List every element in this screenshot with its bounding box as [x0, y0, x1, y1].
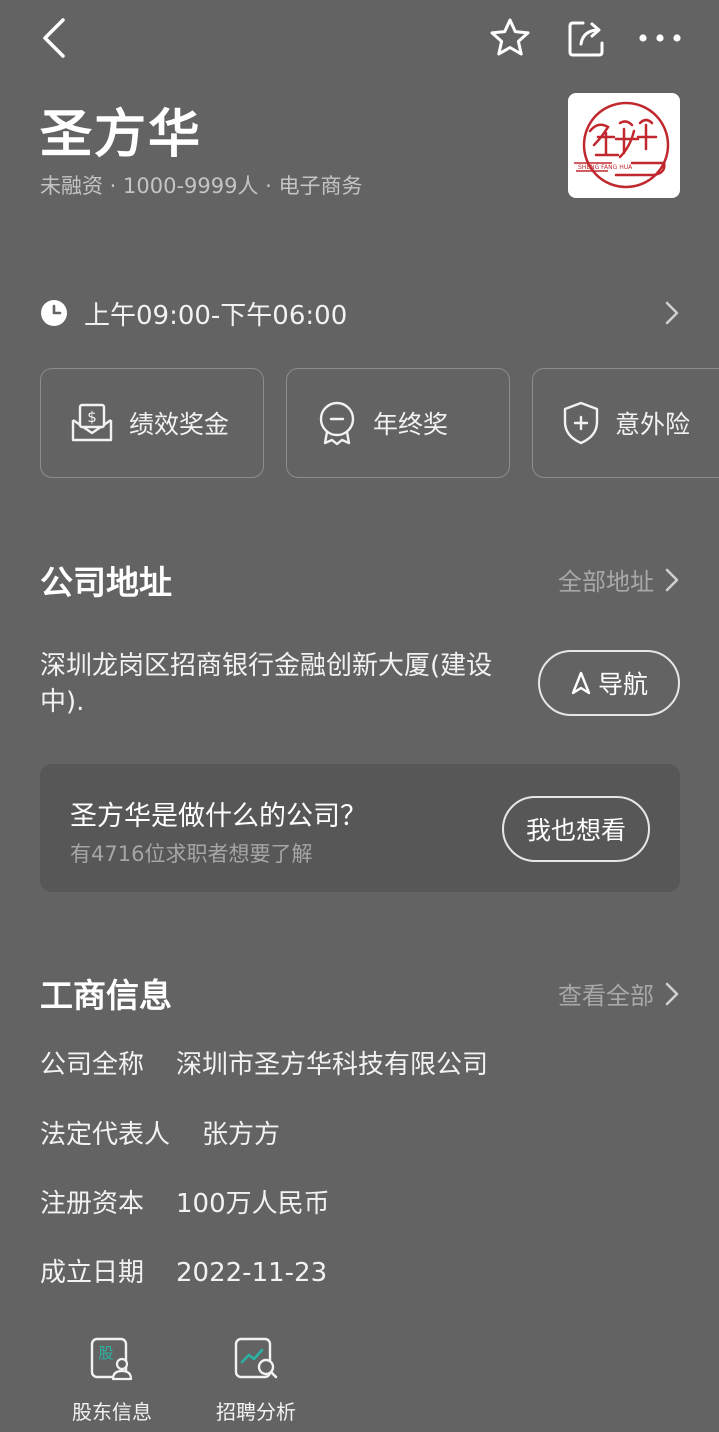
company-logo-mark: SHENG FANG HUA — [574, 101, 670, 189]
company-meta: 未融资 · 1000-9999人 · 电子商务 — [40, 174, 363, 198]
all-addresses-label: 全部地址 — [558, 568, 654, 596]
shareholder-icon: 股 — [90, 1337, 133, 1381]
view-all-link[interactable]: 查看全部 — [558, 976, 680, 1011]
benefits-scroller[interactable]: $ 绩效奖金 年终奖 意外险 — [40, 368, 719, 480]
more-dots-icon — [639, 34, 681, 42]
info-label: 注册资本 — [40, 1189, 145, 1219]
shield-plus-icon — [563, 401, 599, 445]
benefit-card[interactable]: 年终奖 — [286, 368, 510, 478]
chevron-right-icon — [665, 982, 679, 1005]
view-all-label: 查看全部 — [558, 982, 654, 1010]
navigation-arrow-icon — [571, 671, 591, 695]
share-icon — [568, 21, 604, 57]
info-row-founded: 成立日期 2022-11-23 — [40, 1252, 327, 1289]
info-value: 深圳市圣方华科技有限公司 — [176, 1050, 489, 1080]
info-label: 公司全称 — [40, 1050, 145, 1080]
question-text: 圣方华是做什么的公司？ — [70, 801, 367, 832]
more-button[interactable] — [636, 14, 684, 62]
back-button[interactable] — [30, 14, 78, 62]
tool-label: 股东信息 — [72, 1400, 152, 1424]
info-row-capital: 注册资本 100万人民币 — [40, 1183, 330, 1220]
tool-label: 招聘分析 — [216, 1400, 296, 1424]
address-section-title: 公司地址 — [40, 563, 172, 602]
favorite-button[interactable] — [486, 14, 534, 62]
info-label: 法定代表人 — [40, 1120, 171, 1150]
money-envelope-icon: $ — [71, 403, 113, 442]
info-value: 张方方 — [202, 1120, 281, 1150]
want-to-see-button[interactable]: 我也想看 — [502, 796, 650, 862]
benefit-card[interactable]: 意外险 — [532, 368, 719, 478]
clock-icon — [41, 300, 67, 326]
all-addresses-link[interactable]: 全部地址 — [558, 562, 680, 597]
business-info-title: 工商信息 — [40, 976, 172, 1015]
svg-text:$: $ — [87, 408, 97, 426]
benefit-label: 绩效奖金 — [129, 410, 230, 439]
info-label: 成立日期 — [40, 1258, 145, 1288]
back-arrow-icon — [43, 18, 65, 58]
chevron-right-icon — [665, 568, 679, 591]
benefit-label: 年终奖 — [373, 410, 449, 439]
logo-lettering: SHENG FANG HUA — [578, 164, 633, 171]
navigate-button[interactable]: 导航 — [538, 650, 680, 716]
address-text: 深圳龙岗区招商银行金融创新大厦(建设中). — [40, 651, 493, 717]
info-row-legal-rep: 法定代表人 张方方 — [40, 1114, 280, 1151]
recruit-analysis-icon — [234, 1337, 278, 1379]
question-subtext: 有4716位求职者想要了解 — [70, 842, 313, 866]
shareholder-info-tool[interactable]: 股 股东信息 — [57, 1336, 167, 1425]
info-row-full-name: 公司全称 深圳市圣方华科技有限公司 — [40, 1044, 488, 1081]
company-name: 圣方华 — [40, 105, 203, 165]
svg-text:股: 股 — [98, 1344, 113, 1362]
chevron-right-icon — [665, 301, 679, 325]
star-icon — [490, 18, 530, 56]
info-value: 100万人民币 — [176, 1189, 330, 1219]
info-value: 2022-11-23 — [176, 1258, 328, 1288]
benefit-card[interactable]: $ 绩效奖金 — [40, 368, 264, 478]
recruitment-analysis-tool[interactable]: 招聘分析 — [201, 1336, 311, 1425]
working-hours-row[interactable]: 上午09:00-下午06:00 — [40, 290, 680, 336]
benefit-label: 意外险 — [615, 410, 691, 439]
medal-icon — [319, 401, 355, 446]
navigate-label: 导航 — [597, 670, 648, 699]
company-question-card: 圣方华是做什么的公司？ 有4716位求职者想要了解 我也想看 — [40, 764, 680, 892]
working-hours-text: 上午09:00-下午06:00 — [84, 300, 348, 331]
share-button[interactable] — [562, 14, 610, 62]
company-logo[interactable]: SHENG FANG HUA — [568, 93, 680, 198]
